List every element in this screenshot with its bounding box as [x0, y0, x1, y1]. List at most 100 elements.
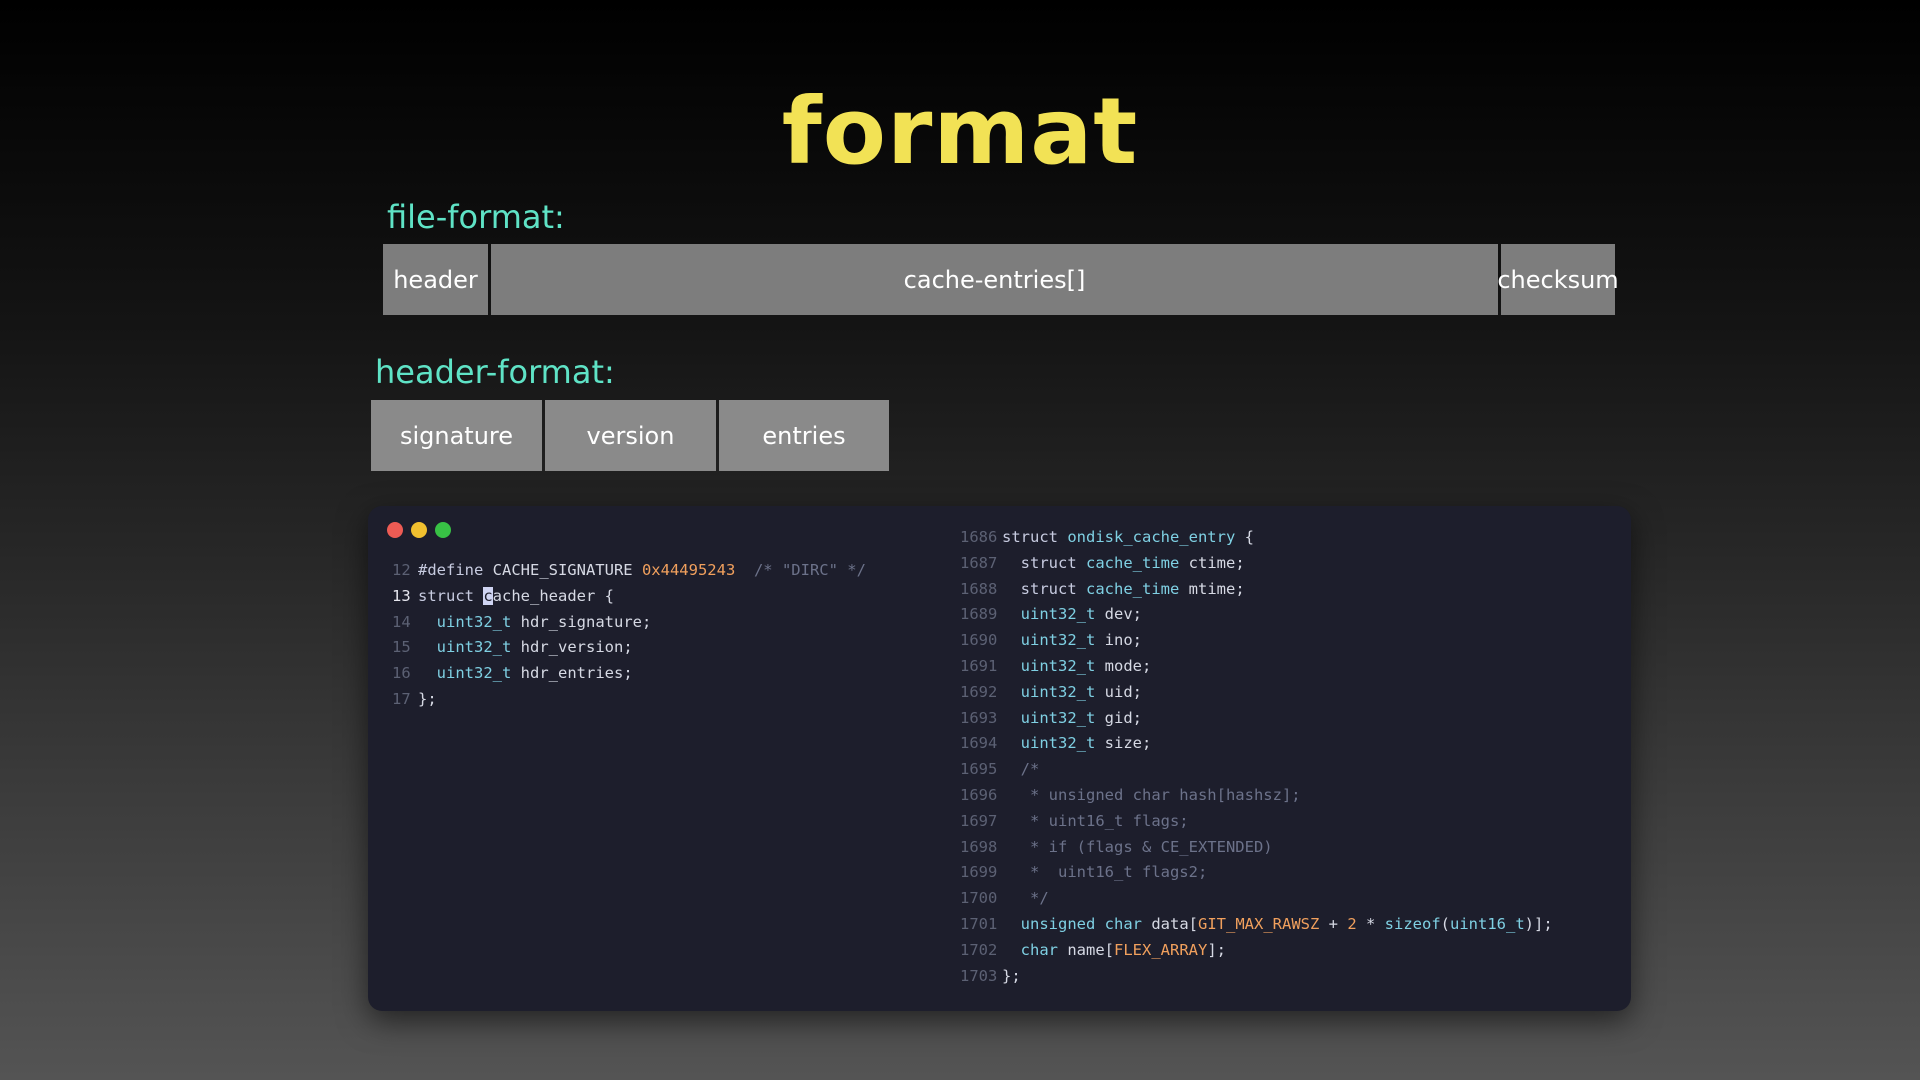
code-line: 1696 * unsigned char hash[hashsz];	[960, 783, 1553, 809]
code-line: 1692 uint32_t uid;	[960, 680, 1553, 706]
code-token: };	[1002, 966, 1021, 985]
code-line: 1691 uint32_t mode;	[960, 654, 1553, 680]
minimize-window-button[interactable]	[411, 522, 427, 538]
file-format-cache-entries-box: cache-entries[]	[491, 244, 1498, 315]
code-token: struct	[1020, 553, 1086, 572]
line-number: 1703	[960, 966, 998, 985]
code-token: 2	[1347, 914, 1357, 933]
code-line: 1690 uint32_t ino;	[960, 628, 1553, 654]
right-code-pane: 1686 struct ondisk_cache_entry {1687 stru…	[960, 525, 1553, 989]
code-token: cache_time	[1086, 553, 1189, 572]
code-line: 1686 struct ondisk_cache_entry {	[960, 525, 1553, 551]
line-number: 16	[392, 664, 411, 683]
code-line: 14 uint32_t hdr_signature;	[392, 610, 866, 636]
line-number: 1688	[960, 579, 998, 598]
line-number: 1702	[960, 940, 998, 959]
line-number: 1700	[960, 889, 998, 908]
line-number: 13	[392, 586, 411, 605]
code-token: char	[1020, 940, 1068, 959]
line-number: 17	[392, 689, 411, 708]
line-number: 1699	[960, 863, 998, 882]
code-token: (	[1440, 914, 1451, 933]
code-line: 17};	[392, 687, 866, 713]
code-token: uint32_t	[1020, 631, 1105, 650]
code-token: ino;	[1104, 631, 1142, 650]
code-line: 1698 * if (flags & CE_EXTENDED)	[960, 835, 1553, 861]
code-token: size;	[1104, 734, 1152, 753]
code-token: ache_header {	[492, 586, 614, 605]
code-line: 1693 uint32_t gid;	[960, 706, 1553, 732]
code-token: data[	[1151, 914, 1198, 933]
code-token: gid;	[1104, 708, 1142, 727]
code-token: uint32_t	[436, 612, 521, 631]
slide-title: format	[781, 78, 1139, 185]
code-token: uint16_t	[1450, 914, 1525, 933]
file-format-label: file-format:	[387, 198, 565, 236]
code-token: * uint16_t flags2;	[1020, 863, 1208, 882]
line-number: 15	[392, 638, 411, 657]
code-window: 12 #define CACHE_SIGNATURE 0x44495243 /* …	[368, 506, 1631, 1011]
code-token: uid;	[1104, 682, 1142, 701]
code-token: struct	[418, 586, 484, 605]
code-token: struct	[1020, 579, 1086, 598]
code-token: mode;	[1104, 656, 1152, 675]
line-number: 1694	[960, 734, 998, 753]
code-token: unsigned char	[1020, 914, 1152, 933]
code-token: cache_time	[1086, 579, 1189, 598]
line-number: 1691	[960, 656, 998, 675]
maximize-window-button[interactable]	[435, 522, 451, 538]
code-token: dev;	[1104, 605, 1142, 624]
close-window-button[interactable]	[387, 522, 403, 538]
code-line: 1687 struct cache_time ctime;	[960, 551, 1553, 577]
code-token: ondisk_cache_entry	[1067, 528, 1245, 546]
code-token: sizeof	[1384, 914, 1441, 933]
code-token: GIT_MAX_RAWSZ	[1198, 914, 1320, 933]
code-line: 1701 unsigned char data[GIT_MAX_RAWSZ + …	[960, 912, 1553, 938]
code-line: 13 struct cache_header {	[392, 584, 866, 610]
header-format-version-box: version	[545, 400, 716, 471]
text-cursor: c	[483, 586, 493, 605]
code-token: * unsigned char hash[hashsz];	[1020, 785, 1301, 804]
line-number: 1692	[960, 682, 998, 701]
code-token: * uint16_t flags;	[1020, 811, 1189, 830]
code-token: name[	[1067, 940, 1115, 959]
file-format-header-box: header	[383, 244, 488, 315]
code-token: hdr_signature;	[520, 612, 652, 631]
line-number: 1687	[960, 553, 998, 572]
code-token: #define	[418, 561, 493, 579]
code-token: struct	[1002, 528, 1068, 546]
code-line: 1695 /*	[960, 757, 1553, 783]
code-line: 1694 uint32_t size;	[960, 731, 1553, 757]
code-token: uint32_t	[1020, 734, 1105, 753]
code-line: 1702 char name[FLEX_ARRAY];	[960, 938, 1553, 964]
code-token: CACHE_SIGNATURE	[492, 561, 642, 579]
line-number: 1689	[960, 605, 998, 624]
code-line: 1688 struct cache_time mtime;	[960, 577, 1553, 603]
code-token: *	[1356, 914, 1385, 933]
header-format-signature-box: signature	[371, 400, 542, 471]
code-token: hdr_version;	[520, 638, 633, 657]
code-line: 1697 * uint16_t flags;	[960, 809, 1553, 835]
code-line: 1700 */	[960, 886, 1553, 912]
file-format-checksum-box: checksum	[1497, 244, 1619, 315]
line-number: 1693	[960, 708, 998, 727]
line-number: 1701	[960, 914, 998, 933]
code-token: mtime;	[1188, 579, 1245, 598]
line-number: 12	[392, 561, 411, 579]
